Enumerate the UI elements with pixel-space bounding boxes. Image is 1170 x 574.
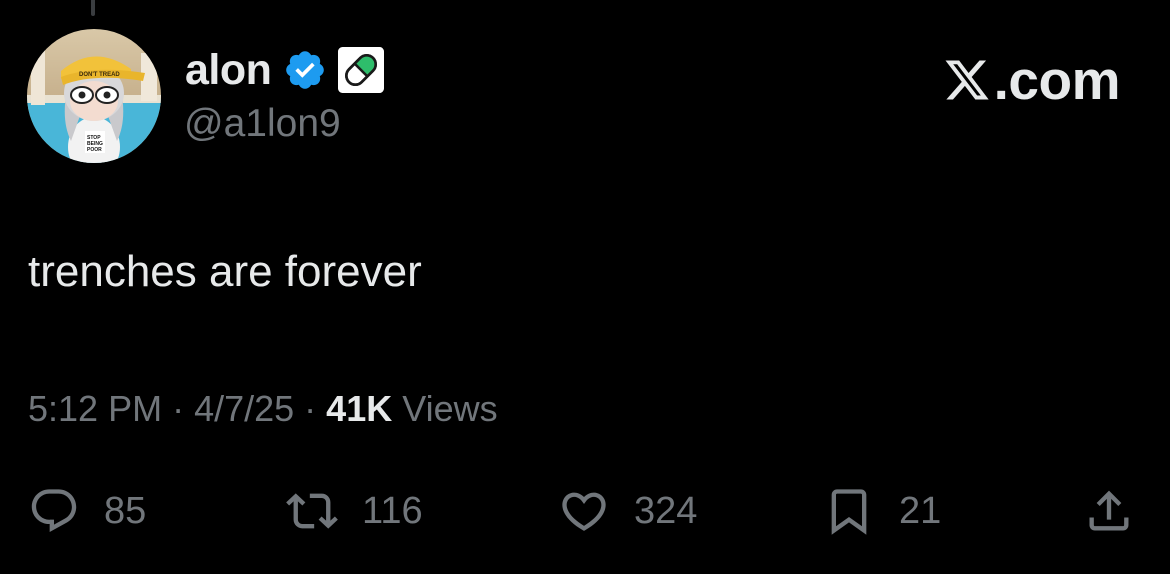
views-count[interactable]: 41K <box>326 386 392 432</box>
action-bar: 85 116 324 21 <box>28 480 1143 542</box>
brand-logo[interactable]: .com <box>942 49 1121 111</box>
post-time[interactable]: 5:12 PM <box>28 386 162 432</box>
bookmark-button[interactable]: 21 <box>823 480 941 542</box>
meta-separator: · <box>172 388 185 429</box>
post-metadata: 5:12 PM · 4/7/25 · 41K Views <box>28 386 498 432</box>
avatar-image: DON'T TREAD STOP BEING POOR <box>27 29 161 163</box>
like-button[interactable]: 324 <box>558 480 697 542</box>
repost-icon <box>286 493 338 529</box>
svg-text:POOR: POOR <box>87 147 102 153</box>
post-text: trenches are forever <box>28 247 422 296</box>
share-icon <box>1089 490 1129 531</box>
x-logo-icon <box>945 60 989 100</box>
reply-count: 85 <box>104 489 147 532</box>
brand-text: .com <box>993 49 1121 111</box>
views-label: Views <box>402 388 498 429</box>
like-count: 324 <box>634 489 698 532</box>
meta-separator: · <box>304 388 317 429</box>
author-handle[interactable]: @a1lon9 <box>184 100 341 148</box>
pill-icon[interactable] <box>337 46 385 94</box>
post-date[interactable]: 4/7/25 <box>194 386 294 432</box>
bookmark-icon <box>831 489 867 535</box>
svg-text:DON'T TREAD: DON'T TREAD <box>79 72 120 78</box>
repost-count: 116 <box>362 489 423 532</box>
avatar[interactable]: DON'T TREAD STOP BEING POOR <box>27 29 161 163</box>
thread-connector-line <box>91 0 95 16</box>
verified-check-icon[interactable] <box>283 48 327 92</box>
repost-button[interactable]: 116 <box>286 480 423 542</box>
reply-button[interactable]: 85 <box>28 480 146 542</box>
share-button[interactable] <box>1083 480 1135 542</box>
reply-icon <box>31 489 77 533</box>
author-display-name[interactable]: alon <box>185 44 272 96</box>
bookmark-count: 21 <box>899 489 942 532</box>
author-name-row: alon <box>185 44 385 96</box>
heart-icon <box>562 492 606 531</box>
